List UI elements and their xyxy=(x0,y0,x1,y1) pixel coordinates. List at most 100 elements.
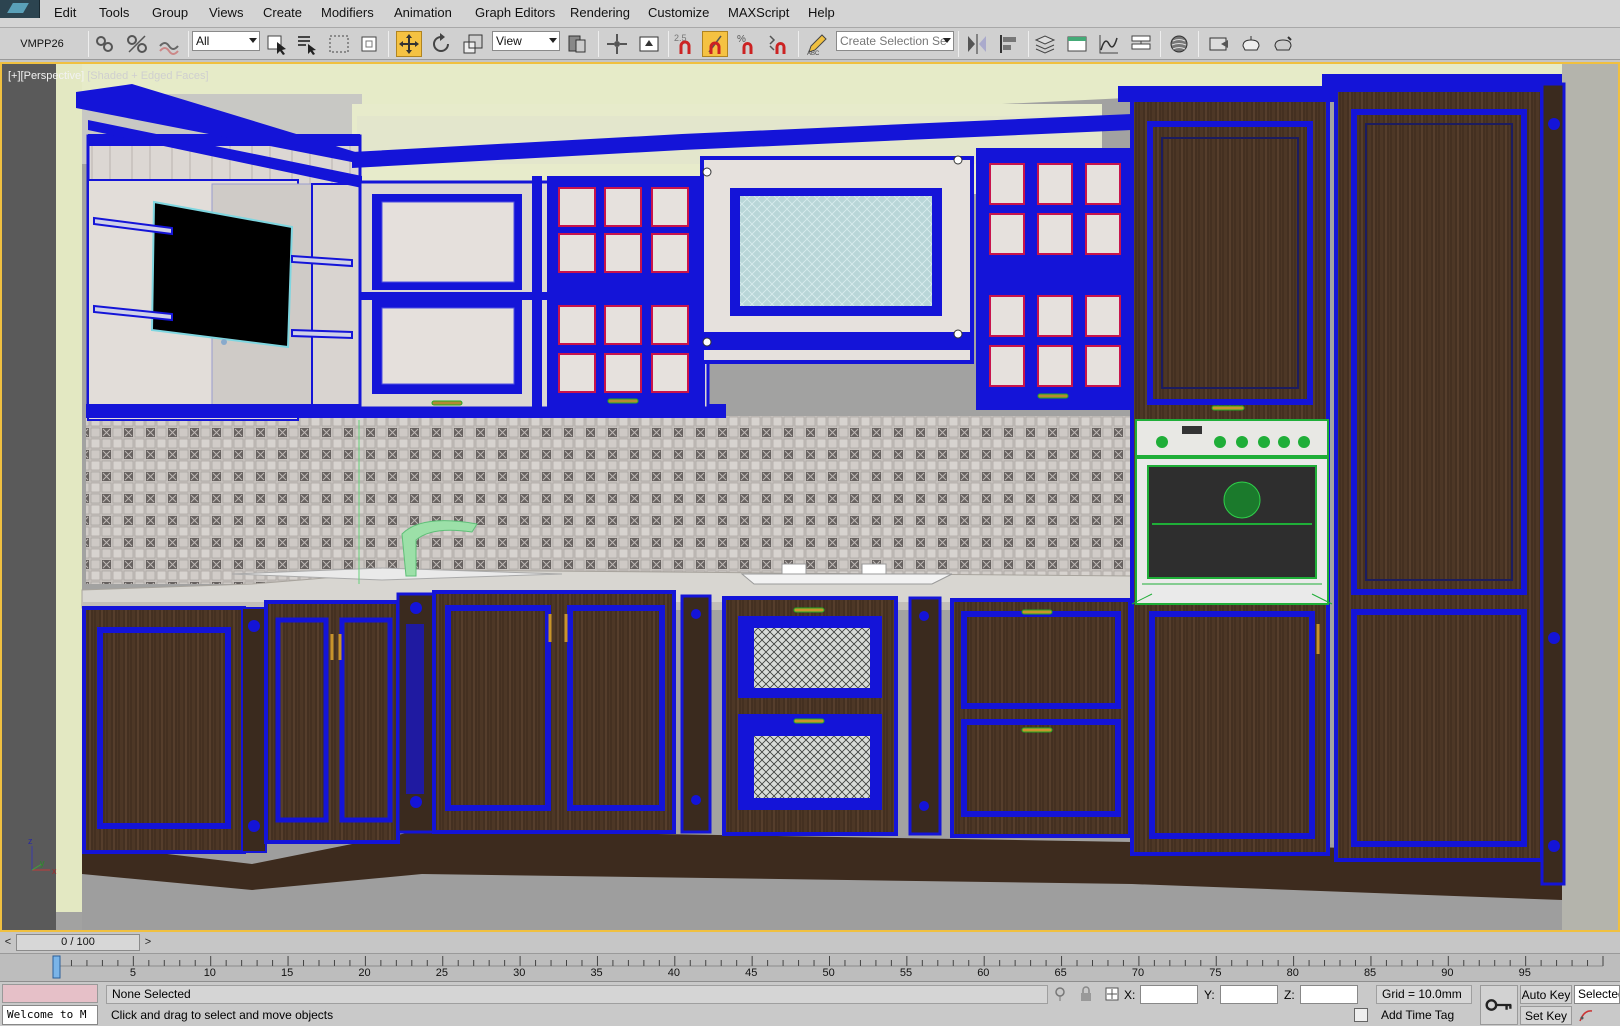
x-coord-field[interactable] xyxy=(1140,985,1198,1004)
edit-named-selection-icon[interactable]: ABC xyxy=(804,31,830,57)
z-coord-field[interactable] xyxy=(1300,985,1358,1004)
select-by-name-icon[interactable] xyxy=(294,31,320,57)
set-keys-key-icon[interactable] xyxy=(1480,985,1518,1025)
unlink-icon[interactable] xyxy=(124,31,150,57)
x-coord-label: X: xyxy=(1124,988,1136,1002)
track-bar[interactable]: 5 10 15 20 25 30 35 40 45 50 55 60 65 70 75 80 85 90 95 xyxy=(0,953,1620,981)
track-tick-label: 85 xyxy=(1363,967,1377,979)
axis-z-label: z xyxy=(28,836,33,846)
menu-bar: Edit Tools Group Views Create Modifiers … xyxy=(0,0,1620,28)
menu-rendering[interactable]: Rendering xyxy=(570,5,630,20)
pivot-icon[interactable] xyxy=(564,31,590,57)
menu-graph-editors[interactable]: Graph Editors xyxy=(475,5,555,20)
tall-oven-cabinet xyxy=(1118,86,1344,856)
mirror-icon[interactable] xyxy=(964,31,990,57)
window-crossing-icon[interactable] xyxy=(356,31,382,57)
viewport-label[interactable]: [+][Perspective] [Shaded + Edged Faces] xyxy=(8,70,209,82)
viewport-shading-label[interactable]: [Shaded + Edged Faces] xyxy=(87,70,208,82)
key-mode-icon[interactable] xyxy=(1578,1008,1594,1023)
track-tick-label: 40 xyxy=(667,967,681,979)
track-tick-label: 15 xyxy=(281,967,294,979)
menu-views[interactable]: Views xyxy=(209,5,243,20)
prompt-line: Click and drag to select and move object… xyxy=(111,1008,334,1022)
time-prev-icon[interactable]: < xyxy=(1,934,15,950)
keyboard-shortcut-icon[interactable] xyxy=(636,31,662,57)
time-tag-icon[interactable] xyxy=(1354,1008,1368,1022)
y-coord-label: Y: xyxy=(1204,988,1215,1002)
reference-coord-dropdown[interactable]: View xyxy=(492,31,560,51)
kitchen-scene[interactable]: z x y xyxy=(2,64,1618,930)
auto-key-button[interactable]: Auto Key xyxy=(1520,985,1572,1004)
viewport-pov-label[interactable]: [Perspective] xyxy=(21,70,85,82)
schematic-view-icon[interactable] xyxy=(1128,31,1154,57)
menu-tools[interactable]: Tools xyxy=(99,5,129,20)
track-tick-label: 5 xyxy=(129,967,136,979)
menu-modifiers[interactable]: Modifiers xyxy=(321,5,374,20)
time-slider-thumb[interactable]: 0 / 100 xyxy=(16,934,140,951)
axis-x-label: x xyxy=(52,866,57,876)
link-icon[interactable] xyxy=(92,31,118,57)
add-time-tag-button[interactable]: Add Time Tag xyxy=(1376,1006,1472,1025)
material-editor-icon[interactable] xyxy=(1166,31,1192,57)
selection-filter-value: All xyxy=(196,34,210,48)
percent-snap-icon[interactable]: % xyxy=(734,31,760,57)
absolute-mode-icon[interactable] xyxy=(1104,986,1120,1002)
track-tick-label: 90 xyxy=(1441,967,1454,979)
chevron-down-icon xyxy=(943,38,951,43)
maxscript-listener-mini[interactable] xyxy=(2,984,98,1003)
named-selection-value: Create Selection Se xyxy=(840,34,947,48)
ribbon-icon[interactable] xyxy=(1064,31,1090,57)
align-icon[interactable] xyxy=(996,31,1022,57)
track-tick-label: 80 xyxy=(1286,967,1299,979)
snap-toggle-icon[interactable]: 2.5 xyxy=(672,31,698,57)
toolbar-separator xyxy=(598,31,599,57)
workspace-label[interactable]: VMPP26 xyxy=(8,32,76,56)
menu-create[interactable]: Create xyxy=(263,5,302,20)
perspective-viewport[interactable]: z x y [+][Perspective] [Shaded + Edged F… xyxy=(2,64,1618,930)
menu-edit[interactable]: Edit xyxy=(54,5,76,20)
menu-maxscript[interactable]: MAXScript xyxy=(728,5,789,20)
time-slider[interactable]: < 0 / 100 > xyxy=(0,933,1620,953)
manipulate-icon[interactable] xyxy=(604,31,630,57)
move-icon[interactable] xyxy=(396,31,422,57)
rect-region-icon[interactable] xyxy=(326,31,352,57)
selection-filter-dropdown[interactable]: All xyxy=(192,31,260,51)
toolbar-separator xyxy=(1028,31,1029,57)
reference-coord-value: View xyxy=(496,34,522,48)
set-key-button[interactable]: Set Key xyxy=(1520,1006,1572,1025)
scale-icon[interactable] xyxy=(460,31,486,57)
menu-customize[interactable]: Customize xyxy=(648,5,709,20)
render-icon[interactable] xyxy=(1270,31,1296,57)
isolate-icon[interactable] xyxy=(1052,986,1068,1002)
render-setup-icon[interactable] xyxy=(1206,31,1232,57)
menu-group[interactable]: Group xyxy=(152,5,188,20)
track-tick-label: 45 xyxy=(745,967,758,979)
application-button[interactable] xyxy=(0,0,40,18)
lock-icon[interactable] xyxy=(1078,986,1094,1002)
time-next-icon[interactable]: > xyxy=(141,934,155,950)
layer-manager-icon[interactable] xyxy=(1032,31,1058,57)
track-tick-label: 55 xyxy=(899,967,913,979)
track-tick-label: 25 xyxy=(435,967,448,979)
toolbar-separator xyxy=(1198,31,1199,57)
track-tick-label: 50 xyxy=(822,967,835,979)
menu-help[interactable]: Help xyxy=(808,5,835,20)
viewport-menu-plus[interactable]: [+] xyxy=(8,70,21,82)
rotate-icon[interactable] xyxy=(428,31,454,57)
y-coord-field[interactable] xyxy=(1220,985,1278,1004)
grid-size-readout: Grid = 10.0mm xyxy=(1376,985,1472,1004)
current-frame-marker[interactable] xyxy=(52,955,61,979)
spinner-snap-icon[interactable] xyxy=(766,31,792,57)
toolbar-separator xyxy=(668,31,669,57)
key-filter-dropdown[interactable]: Selected xyxy=(1574,985,1620,1004)
named-selection-dropdown[interactable]: Create Selection Se xyxy=(836,31,954,51)
track-tick-label: 35 xyxy=(590,967,603,979)
maxscript-input[interactable]: Welcome to M xyxy=(2,1005,98,1025)
select-object-icon[interactable] xyxy=(264,31,290,57)
curve-editor-icon[interactable] xyxy=(1096,31,1122,57)
menu-animation[interactable]: Animation xyxy=(394,5,452,20)
angle-snap-icon[interactable] xyxy=(702,31,728,57)
track-bar-ruler xyxy=(52,955,1604,979)
rendered-frame-icon[interactable] xyxy=(1238,31,1264,57)
bind-spacewarp-icon[interactable] xyxy=(156,31,182,57)
